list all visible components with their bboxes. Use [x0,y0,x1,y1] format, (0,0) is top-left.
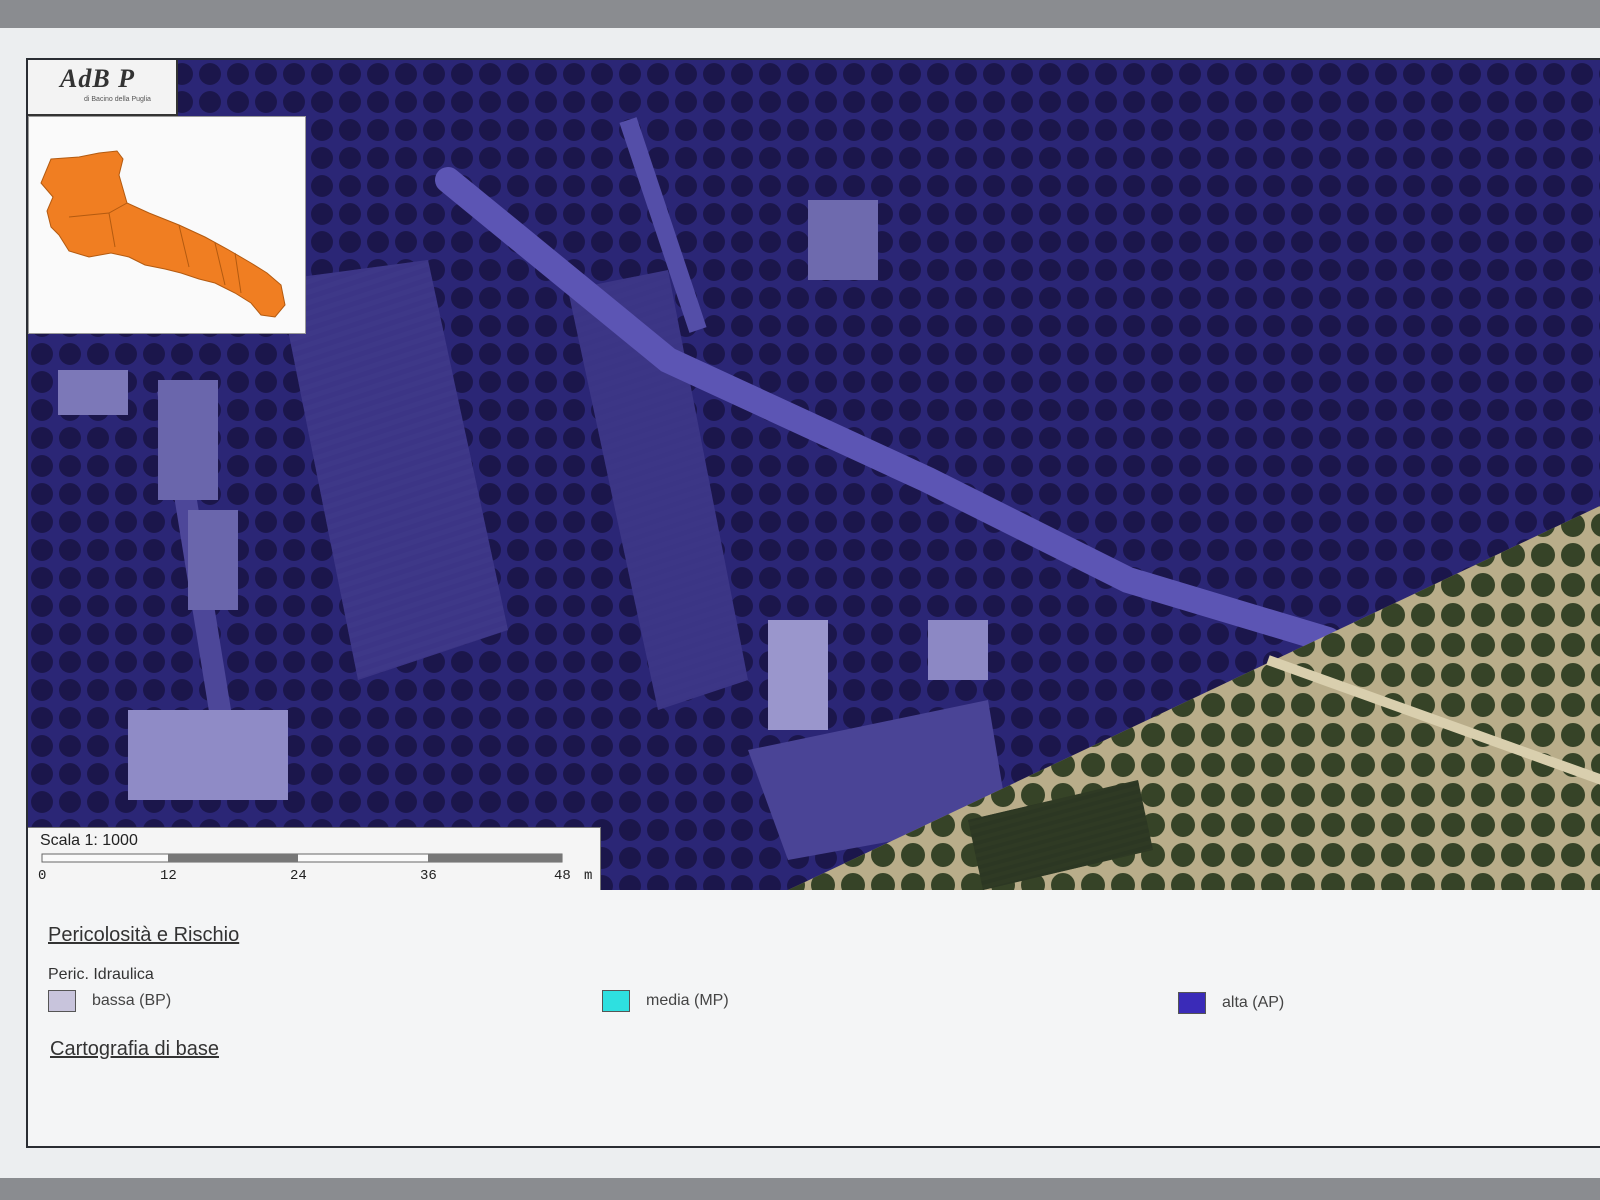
scale-tick-label: 12 [160,868,177,884]
swatch-alta [1178,992,1206,1014]
legend-subheading: Peric. Idraulica [48,966,154,983]
scale-unit: m [584,868,593,884]
legend-label: media (MP) [646,992,729,1009]
building [158,380,218,500]
scale-tick-label: 48 [554,868,571,884]
legend-heading: Pericolosità e Rischio [48,924,240,946]
legend-item-alta: alta (AP) [1178,992,1284,1014]
building [58,370,128,415]
building [128,710,288,800]
legend-label: bassa (BP) [92,992,172,1009]
building [768,620,828,730]
screen-sheet: AdB P di Bacino della Puglia Scala 1: 10… [0,28,1600,1178]
aerial-map[interactable]: AdB P di Bacino della Puglia Scala 1: 10… [28,60,1600,890]
building [188,510,238,610]
building [928,620,988,680]
map-print-frame: AdB P di Bacino della Puglia Scala 1: 10… [26,58,1600,1148]
scale-tick-label: 0 [38,868,47,884]
scale-tick-label: 24 [290,868,307,884]
legend-label: alta (AP) [1222,994,1285,1011]
legend-base-heading: Cartografia di base [50,1038,219,1060]
scale-tick-label: 36 [420,868,437,884]
legend-item-bassa: bassa (BP) [48,990,171,1012]
building [808,200,878,280]
overview-inset [28,116,306,334]
puglia-region-map-icon [40,150,286,318]
swatch-bassa [48,990,76,1012]
scale-bar-graphic [41,853,563,863]
logo-subtext: di Bacino della Puglia [84,96,151,103]
scale-bar: Scala 1: 1000 0 12 24 36 48 m [28,827,601,890]
legend-item-media: media (MP) [602,990,729,1012]
adbp-logo: AdB P di Bacino della Puglia [28,60,178,116]
logo-text: AdB P [60,64,136,93]
map-legend: Pericolosità e Rischio Peric. Idraulica … [28,892,1600,1146]
swatch-media [602,990,630,1012]
